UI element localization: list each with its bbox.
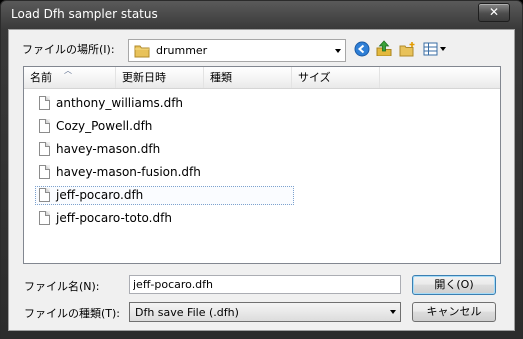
column-label: 更新日時 [122,71,166,84]
filetype-value: Dfh save File (.dfh) [135,306,239,319]
list-item[interactable]: havey-mason.dfh [35,140,294,159]
sort-ascending-icon: ︿ [64,66,72,75]
file-icon [39,211,50,225]
file-list[interactable]: 名前 ︿ 更新日時 種類 サイズ anthony_williams.dfh Co… [23,66,501,264]
file-name: jeff-pocaro-toto.dfh [56,211,172,225]
location-combo[interactable]: drummer [128,39,346,62]
view-menu-icon[interactable] [423,41,449,57]
file-icon [39,96,50,110]
location-value: drummer [156,44,208,57]
column-header-name[interactable]: 名前 ︿ [24,67,116,88]
cancel-button[interactable]: キャンセル [412,302,496,322]
column-label: 名前 [30,71,52,84]
list-header: 名前 ︿ 更新日時 種類 サイズ [24,67,500,89]
filetype-select[interactable]: Dfh save File (.dfh) [129,302,401,322]
column-label: 種類 [210,71,232,84]
back-icon[interactable] [354,41,370,57]
chevron-down-icon [335,48,341,53]
close-icon: ✕ [488,5,500,19]
filename-label: ファイル名(N): [24,280,100,293]
close-button[interactable]: ✕ [478,3,510,22]
list-item-selected[interactable]: jeff-pocaro.dfh [35,186,294,205]
new-folder-icon[interactable] [399,41,415,57]
file-name: havey-mason.dfh [56,142,161,156]
open-button-label: 開く(O) [434,278,474,291]
title-bar[interactable]: Load Dfh sampler status ✕ [1,1,522,29]
file-name: Cozy_Powell.dfh [56,119,153,133]
window-title: Load Dfh sampler status [11,7,158,21]
cancel-button-label: キャンセル [426,305,482,318]
chevron-down-icon [390,310,396,314]
column-label: サイズ [298,71,331,84]
file-icon [39,142,50,156]
file-name: havey-mason-fusion.dfh [56,165,201,179]
open-button[interactable]: 開く(O) [412,275,496,295]
file-icon [39,165,50,179]
file-name: jeff-pocaro.dfh [56,188,144,202]
list-item[interactable]: Cozy_Powell.dfh [35,117,294,136]
up-folder-icon[interactable] [376,40,392,56]
list-item[interactable]: jeff-pocaro-toto.dfh [35,209,294,228]
column-header-modified[interactable]: 更新日時 [116,67,204,88]
list-item[interactable]: anthony_williams.dfh [35,94,294,113]
file-name: anthony_williams.dfh [56,96,184,110]
filename-input[interactable] [129,275,401,294]
dialog-client-area: ファイルの場所(I): drummer 名前 ︿ 更新日時 種類 サイズ ant… [8,29,515,331]
location-label: ファイルの場所(I): [22,43,115,56]
folder-icon [134,45,150,58]
list-item[interactable]: havey-mason-fusion.dfh [35,163,294,182]
dialog-window: Load Dfh sampler status ✕ ファイルの場所(I): dr… [0,0,523,339]
column-header-type[interactable]: 種類 [204,67,292,88]
filetype-label: ファイルの種類(T): [24,307,121,320]
file-icon [39,188,50,202]
column-header-size[interactable]: サイズ [292,67,380,88]
file-icon [39,119,50,133]
